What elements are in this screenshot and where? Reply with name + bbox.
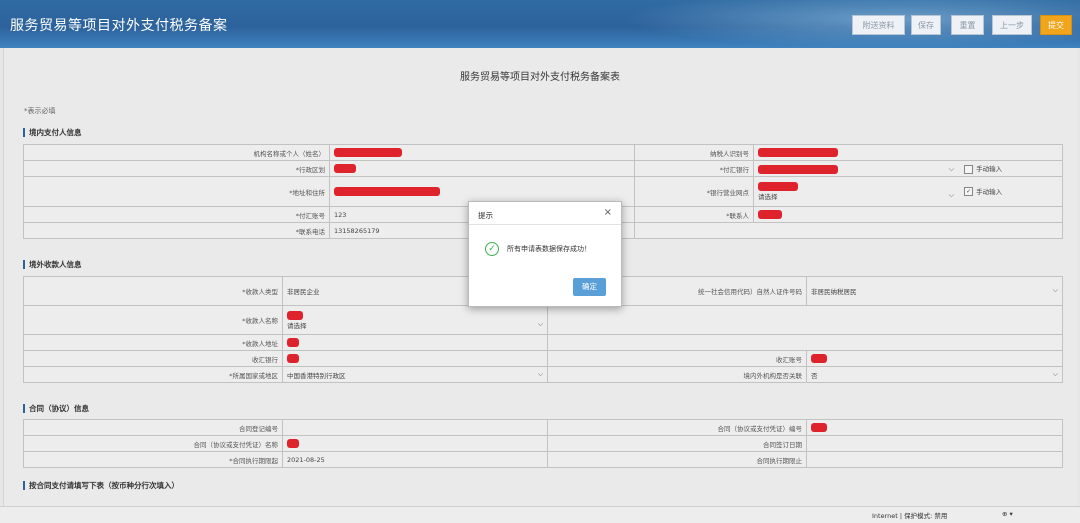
confirm-button[interactable]: 确定 [573,278,606,296]
security-zone: Internet | 保护模式: 禁用 [872,512,948,520]
close-icon[interactable]: × [604,207,612,218]
save-success-dialog: 提示 × ✓ 所有申请表数据保存成功！ 确定 [468,201,622,307]
success-check-icon: ✓ [485,242,499,256]
reset-button[interactable]: 重置 [951,15,984,35]
app-title: 服务贸易等项目对外支付税务备案 [10,18,228,34]
browser-status-bar: Internet | 保护模式: 禁用 ⊕ ▾ [0,506,1080,523]
dialog-divider [469,224,621,225]
dialog-title: 提示 [478,211,493,220]
attach-documents-button[interactable]: 附送资料 [852,15,905,35]
save-button[interactable]: 保存 [911,15,941,35]
submit-button[interactable]: 提交 [1040,15,1072,35]
dialog-message: 所有申请表数据保存成功！ [507,245,591,253]
previous-step-button[interactable]: 上一步 [992,15,1032,35]
zoom-control[interactable]: ⊕ ▾ [1002,510,1013,518]
